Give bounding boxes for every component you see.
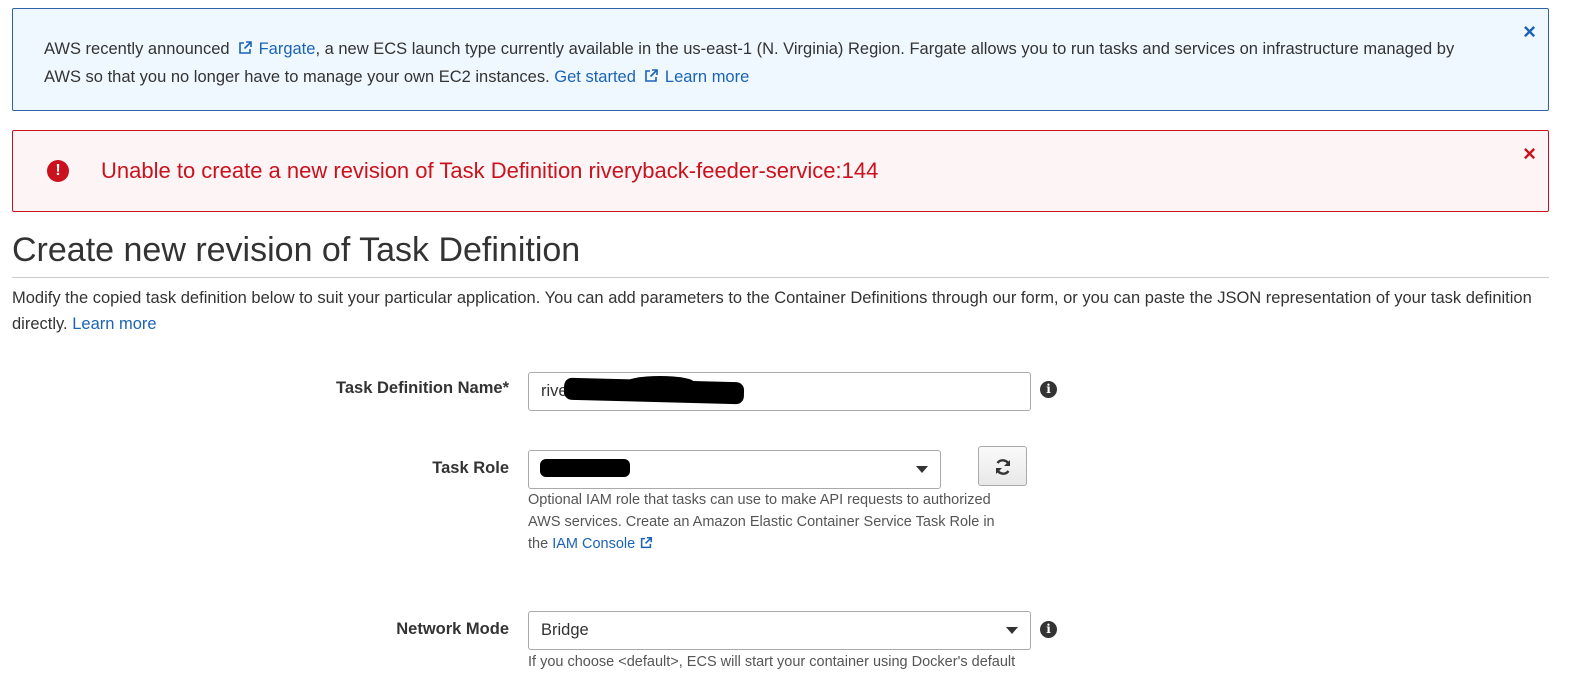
close-icon[interactable]: × [1523,21,1536,43]
error-icon: ! [47,160,69,182]
network-mode-select[interactable]: Bridge [528,611,1031,650]
page-intro-text: Modify the copied task definition below … [12,289,1532,333]
close-icon[interactable]: × [1523,143,1536,165]
task-definition-name-label: Task Definition Name* [336,379,509,397]
info-icon[interactable]: i [1040,381,1057,398]
refresh-icon [995,459,1011,475]
learn-more-link[interactable]: Learn more [665,68,749,86]
refresh-task-roles-button[interactable] [978,446,1027,486]
learn-more-link[interactable]: Learn more [72,315,156,333]
chevron-down-icon [1006,627,1018,634]
error-message: Unable to create a new revision of Task … [101,158,879,183]
network-mode-value: Bridge [541,621,589,639]
network-mode-help: If you choose <default>, ECS will start … [528,654,1016,670]
iam-console-link[interactable]: IAM Console [552,536,635,552]
redaction-mark [540,459,630,477]
info-icon[interactable]: i [1040,621,1057,638]
task-role-label: Task Role [432,459,509,477]
fargate-info-alert: AWS recently announced Fargate, a new ECS… [12,8,1549,111]
external-link-icon [237,38,253,64]
redaction-mark [625,376,695,390]
external-link-icon [643,66,659,92]
chevron-down-icon [916,466,928,473]
get-started-link[interactable]: Get started [554,68,636,86]
info-alert-text-pre: AWS recently announced [44,40,230,58]
page-intro: Modify the copied task definition below … [12,285,1552,337]
external-link-icon [639,535,653,557]
task-role-help: Optional IAM role that tasks can use to … [528,489,1018,557]
fargate-link[interactable]: Fargate [259,40,316,58]
page-title: Create new revision of Task Definition [12,231,1549,278]
network-mode-label: Network Mode [396,620,509,638]
error-alert: ! Unable to create a new revision of Tas… [12,130,1549,212]
